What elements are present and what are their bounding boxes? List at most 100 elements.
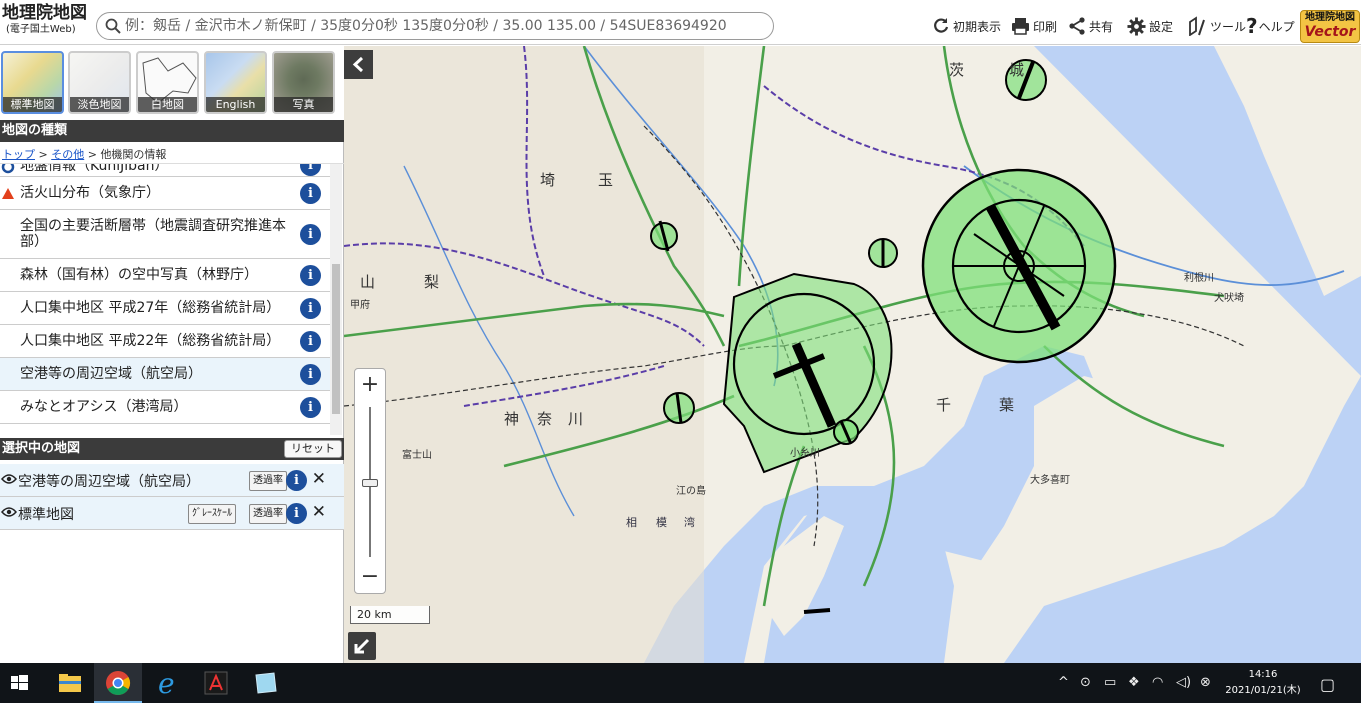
scrollbar-thumb[interactable]	[332, 264, 340, 414]
zoom-out-button[interactable]: −	[355, 563, 385, 591]
breadcrumb-other-link[interactable]: その他	[51, 148, 84, 161]
info-icon[interactable]: i	[300, 331, 321, 352]
app-taskbar-icon[interactable]	[242, 663, 290, 703]
wifi-icon[interactable]: ◠	[1152, 675, 1163, 690]
map-background	[344, 46, 1361, 663]
dropbox-icon[interactable]: ❖	[1128, 675, 1140, 690]
info-icon[interactable]: i	[286, 470, 307, 491]
vector-badge[interactable]: 地理院地図 Vector	[1300, 10, 1360, 43]
chrome-taskbar-icon[interactable]	[94, 663, 142, 703]
basemap-label: English	[206, 97, 265, 112]
map-label: 川	[568, 410, 584, 428]
opacity-button[interactable]: 透過率	[249, 504, 287, 524]
info-icon[interactable]: i	[300, 364, 321, 385]
meet-now-icon[interactable]: ⊙	[1080, 675, 1091, 690]
breadcrumb-current: 他機関の情報	[100, 148, 167, 161]
close-icon[interactable]: ✕	[312, 469, 326, 489]
breadcrumb-top-link[interactable]: トップ	[2, 148, 35, 161]
basemap-selector: 標準地図 淡色地図 白地図 English 写真	[0, 46, 344, 120]
map-canvas[interactable]: 茨 城 埼 玉 山 梨 神 奈 川 千 葉 相 模 湾 利根川 犬吠埼 甲府 富…	[344, 46, 1361, 663]
acrobat-taskbar-icon[interactable]	[192, 663, 240, 703]
list-item[interactable]: 森林（国有林）の空中写真（林野庁） i	[0, 259, 330, 292]
list-item-selected[interactable]: 空港等の周辺空域（航空局） i	[0, 358, 330, 391]
list-item[interactable]: 地盤情報（KuniJiban） i	[0, 164, 330, 177]
list-scrollbar[interactable]	[330, 164, 342, 435]
search-box[interactable]	[96, 12, 774, 40]
info-icon[interactable]: i	[300, 298, 321, 319]
selected-layer-row[interactable]: 標準地図 ｸﾞﾚｰｽｹｰﾙ 透過率 i ✕	[0, 497, 344, 530]
map-label: 甲府	[350, 300, 370, 311]
acrobat-icon	[204, 671, 228, 695]
map-list: 地盤情報（KuniJiban） i 活火山分布（気象庁） i 全国の主要活断層帯…	[0, 164, 330, 435]
map-label: 埼	[540, 171, 556, 189]
zoom-in-button[interactable]: +	[355, 371, 385, 399]
list-item-label: 地盤情報（KuniJiban）	[20, 164, 169, 174]
list-item[interactable]: 活火山分布（気象庁） i	[0, 177, 330, 210]
map-label: 山	[360, 273, 376, 291]
info-icon[interactable]: i	[300, 224, 321, 245]
list-item[interactable]: 全国の主要活断層帯（地震調査研究推進本部） i	[0, 210, 330, 259]
clock[interactable]: 14:16 2021/01/21(木)	[1220, 667, 1306, 699]
map-label: 湾	[684, 516, 695, 529]
reset-button[interactable]: リセット	[284, 440, 342, 458]
volume-icon[interactable]: ◁)	[1176, 675, 1191, 690]
basemap-thumb-english[interactable]: English	[204, 51, 267, 114]
expand-button[interactable]	[348, 632, 376, 660]
basemap-label: 淡色地図	[70, 97, 129, 112]
basemap-thumb-standard[interactable]: 標準地図	[1, 51, 64, 114]
notification-off-icon[interactable]: ⊗	[1200, 675, 1211, 690]
side-panel: 標準地図 淡色地図 白地図 English 写真 地図の種類 トップ > その他…	[0, 46, 344, 663]
eye-icon[interactable]	[1, 473, 17, 485]
start-button[interactable]	[0, 663, 48, 703]
basemap-thumb-pale[interactable]: 淡色地図	[68, 51, 131, 114]
breadcrumb-separator: >	[84, 148, 101, 161]
settings-button[interactable]: 設定	[1127, 14, 1173, 38]
windows-taskbar: e ^ ⊙ ▭ ❖ ◠ ◁) ⊗ 14:16 2021/01/21(木) ▢	[0, 663, 1361, 703]
file-explorer-taskbar-icon[interactable]	[46, 663, 94, 703]
map-label: 梨	[424, 273, 440, 291]
info-icon[interactable]: i	[300, 164, 321, 176]
internet-explorer-taskbar-icon[interactable]: e	[144, 663, 192, 703]
list-item[interactable]: みなとオアシス（港湾局） i	[0, 391, 330, 424]
search-input[interactable]	[125, 16, 765, 36]
folder-icon	[59, 674, 81, 692]
basemap-thumb-photo[interactable]: 写真	[272, 51, 335, 114]
map-label: 城	[1009, 61, 1025, 79]
battery-icon[interactable]: ▭	[1104, 675, 1116, 690]
breadcrumb-separator: >	[35, 148, 52, 161]
top-bar: 地理院地図 (電子国土Web) 初期表示 印刷 共有 設定 ツール ? ヘルプ …	[0, 0, 1361, 45]
chevron-up-icon[interactable]: ^	[1058, 675, 1069, 690]
tools-button[interactable]: ツール	[1187, 14, 1246, 38]
collapse-panel-button[interactable]	[344, 50, 373, 79]
initial-view-button[interactable]: 初期表示	[932, 14, 1001, 38]
selected-maps-heading: 選択中の地図 リセット	[0, 438, 344, 460]
selected-layer-row[interactable]: 空港等の周辺空域（航空局） 透過率 i ✕	[0, 464, 344, 497]
info-icon[interactable]: i	[300, 397, 321, 418]
scale-bar: 20 km	[350, 606, 430, 624]
help-button[interactable]: ? ヘルプ	[1246, 14, 1295, 38]
svg-text:e: e	[158, 667, 175, 700]
info-icon[interactable]: i	[300, 183, 321, 204]
action-center-icon[interactable]: ▢	[1320, 675, 1335, 694]
info-icon[interactable]: i	[300, 265, 321, 286]
map-label: 犬吠埼	[1214, 293, 1244, 304]
basemap-thumb-blank[interactable]: 白地図	[136, 51, 199, 114]
list-item[interactable]: 人口集中地区 平成27年（総務省統計局） i	[0, 292, 330, 325]
print-label: 印刷	[1033, 19, 1058, 34]
list-item[interactable]: 人口集中地区 平成22年（総務省統計局） i	[0, 325, 330, 358]
windows-logo-icon	[11, 675, 28, 690]
share-button[interactable]: 共有	[1068, 14, 1113, 38]
map-label: 利根川	[1184, 273, 1214, 284]
list-item-label: 人口集中地区 平成22年（総務省統計局）	[20, 333, 281, 349]
print-button[interactable]: 印刷	[1011, 14, 1057, 38]
list-item-label: みなとオアシス（港湾局）	[20, 399, 188, 415]
clock-date: 2021/01/21(木)	[1225, 685, 1301, 696]
app-logo[interactable]: 地理院地図 (電子国土Web)	[2, 2, 94, 44]
close-icon[interactable]: ✕	[312, 502, 326, 522]
grayscale-button[interactable]: ｸﾞﾚｰｽｹｰﾙ	[188, 504, 236, 524]
info-icon[interactable]: i	[286, 503, 307, 524]
zoom-slider-handle[interactable]	[362, 479, 378, 487]
opacity-button[interactable]: 透過率	[249, 471, 287, 491]
logo-title: 地理院地図	[2, 3, 87, 23]
eye-icon[interactable]	[1, 506, 17, 518]
